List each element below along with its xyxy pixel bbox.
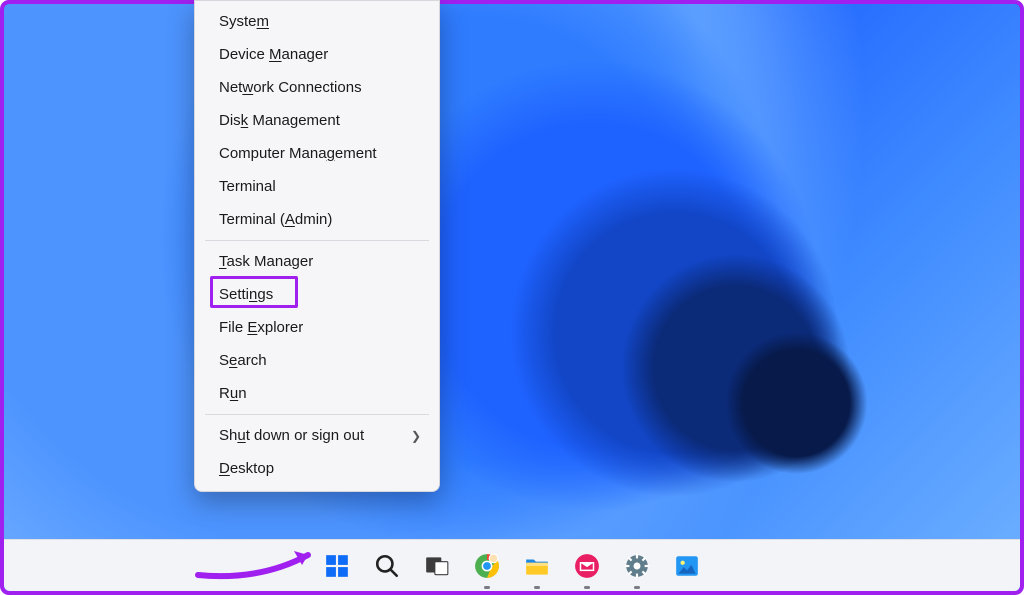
menu-item-label: Computer Management (219, 145, 377, 162)
photos-button[interactable] (669, 548, 705, 584)
menu-item-task-manager[interactable]: Task Manager (195, 245, 439, 278)
photos-icon (674, 553, 700, 579)
menu-item-settings[interactable]: Settings (195, 278, 439, 311)
menu-item-terminal[interactable]: Terminal (195, 170, 439, 203)
menu-item-label: Search (219, 352, 267, 369)
menu-item-run[interactable]: Run (195, 377, 439, 410)
menu-item-device-manager[interactable]: Device Manager (195, 38, 439, 71)
search-button[interactable] (369, 548, 405, 584)
menu-separator (205, 240, 429, 241)
mail-button[interactable] (569, 548, 605, 584)
taskbar (4, 539, 1020, 591)
settings-button[interactable] (619, 548, 655, 584)
menu-item-label: Network Connections (219, 79, 362, 96)
search-icon (374, 553, 400, 579)
menu-item-label: Device Manager (219, 46, 328, 63)
windows-logo-icon (324, 553, 350, 579)
menu-item-label: Settings (219, 286, 273, 303)
file-explorer-button[interactable] (519, 548, 555, 584)
chrome-button[interactable] (469, 548, 505, 584)
task-view-button[interactable] (419, 548, 455, 584)
menu-item-label: System (219, 13, 269, 30)
menu-item-label: Terminal (219, 178, 276, 195)
task-view-icon (424, 553, 450, 579)
menu-item-search[interactable]: Search (195, 344, 439, 377)
menu-item-label: File Explorer (219, 319, 303, 336)
menu-separator (205, 414, 429, 415)
menu-item-label: Shut down or sign out (219, 427, 364, 444)
folder-icon (524, 553, 550, 579)
chrome-icon (474, 553, 500, 579)
menu-item-shut-down-or-sign-out[interactable]: Shut down or sign out ❯ (195, 419, 439, 452)
chevron-right-icon: ❯ (411, 429, 421, 443)
menu-item-label: Task Manager (219, 253, 313, 270)
winx-context-menu: System Device Manager Network Connections D… (194, 0, 440, 492)
start-button[interactable] (319, 548, 355, 584)
menu-item-label: Disk Management (219, 112, 340, 129)
menu-item-terminal-admin[interactable]: Terminal (Admin) (195, 203, 439, 236)
menu-item-system[interactable]: System (195, 5, 439, 38)
menu-item-file-explorer[interactable]: File Explorer (195, 311, 439, 344)
gear-icon (624, 553, 650, 579)
menu-item-label: Terminal (Admin) (219, 211, 332, 228)
menu-item-network-connections[interactable]: Network Connections (195, 71, 439, 104)
menu-item-computer-management[interactable]: Computer Management (195, 137, 439, 170)
menu-item-disk-management[interactable]: Disk Management (195, 104, 439, 137)
menu-item-desktop[interactable]: Desktop (195, 452, 439, 485)
desktop-wallpaper (0, 0, 1024, 595)
menu-item-label: Desktop (219, 460, 274, 477)
mail-icon (574, 553, 600, 579)
menu-item-label: Run (219, 385, 247, 402)
